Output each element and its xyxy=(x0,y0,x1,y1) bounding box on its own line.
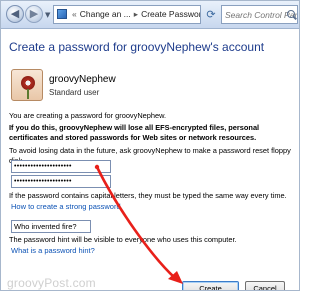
search-icon[interactable] xyxy=(287,10,295,18)
back-arrow-icon: ◀ xyxy=(10,7,20,20)
create-password-button[interactable]: Create password xyxy=(182,281,239,290)
refresh-icon: ⟳ xyxy=(206,8,216,21)
breadcrumb-change-account[interactable]: Change an ... xyxy=(80,6,131,23)
forward-arrow-icon: ▶ xyxy=(29,7,39,20)
creating-text: You are creating a password for groovyNe… xyxy=(9,111,167,120)
flower-stem xyxy=(27,89,29,99)
forward-button[interactable]: ▶ xyxy=(25,5,43,23)
breadcrumb-separator: ▸ xyxy=(133,9,139,19)
main-content: Create a password for groovyNephew's acc… xyxy=(1,30,299,290)
new-password-field[interactable] xyxy=(11,160,111,173)
page-title: Create a password for groovyNephew's acc… xyxy=(9,40,265,54)
confirm-password-field[interactable] xyxy=(11,175,111,188)
password-hint-link[interactable]: What is a password hint? xyxy=(11,246,95,255)
back-button[interactable]: ◀ xyxy=(6,5,24,23)
user-avatar xyxy=(11,69,43,101)
flower-icon xyxy=(21,76,35,90)
navigation-bar: ◀ ▶ ▼ «Change an ... ▸ Create Password ⟳ xyxy=(1,1,299,29)
capital-letters-note: If the password contains capital letters… xyxy=(9,191,287,200)
account-type: Standard user xyxy=(49,88,100,97)
create-password-window: ◀ ▶ ▼ «Change an ...▸Create Password ⟳ C… xyxy=(0,0,300,291)
breadcrumb-create-password[interactable]: Create Password xyxy=(141,6,200,23)
control-panel-icon xyxy=(57,9,67,19)
cancel-button[interactable]: Cancel xyxy=(245,281,285,290)
refresh-button[interactable]: ⟳ xyxy=(203,6,219,23)
chevron-right-icon: « xyxy=(72,9,77,19)
hint-visibility-note: The password hint will be visible to eve… xyxy=(9,235,237,244)
efs-warning-text: If you do this, groovyNephew will lose a… xyxy=(9,123,260,142)
watermark-text: groovyPost.com xyxy=(7,276,96,290)
password-hint-field[interactable] xyxy=(11,220,91,233)
recent-pages-dropdown[interactable]: ▼ xyxy=(45,11,50,19)
account-name: groovyNephew xyxy=(49,74,116,85)
address-bar[interactable]: «Change an ... ▸ Create Password xyxy=(53,5,201,24)
strong-password-link[interactable]: How to create a strong password xyxy=(11,202,121,211)
